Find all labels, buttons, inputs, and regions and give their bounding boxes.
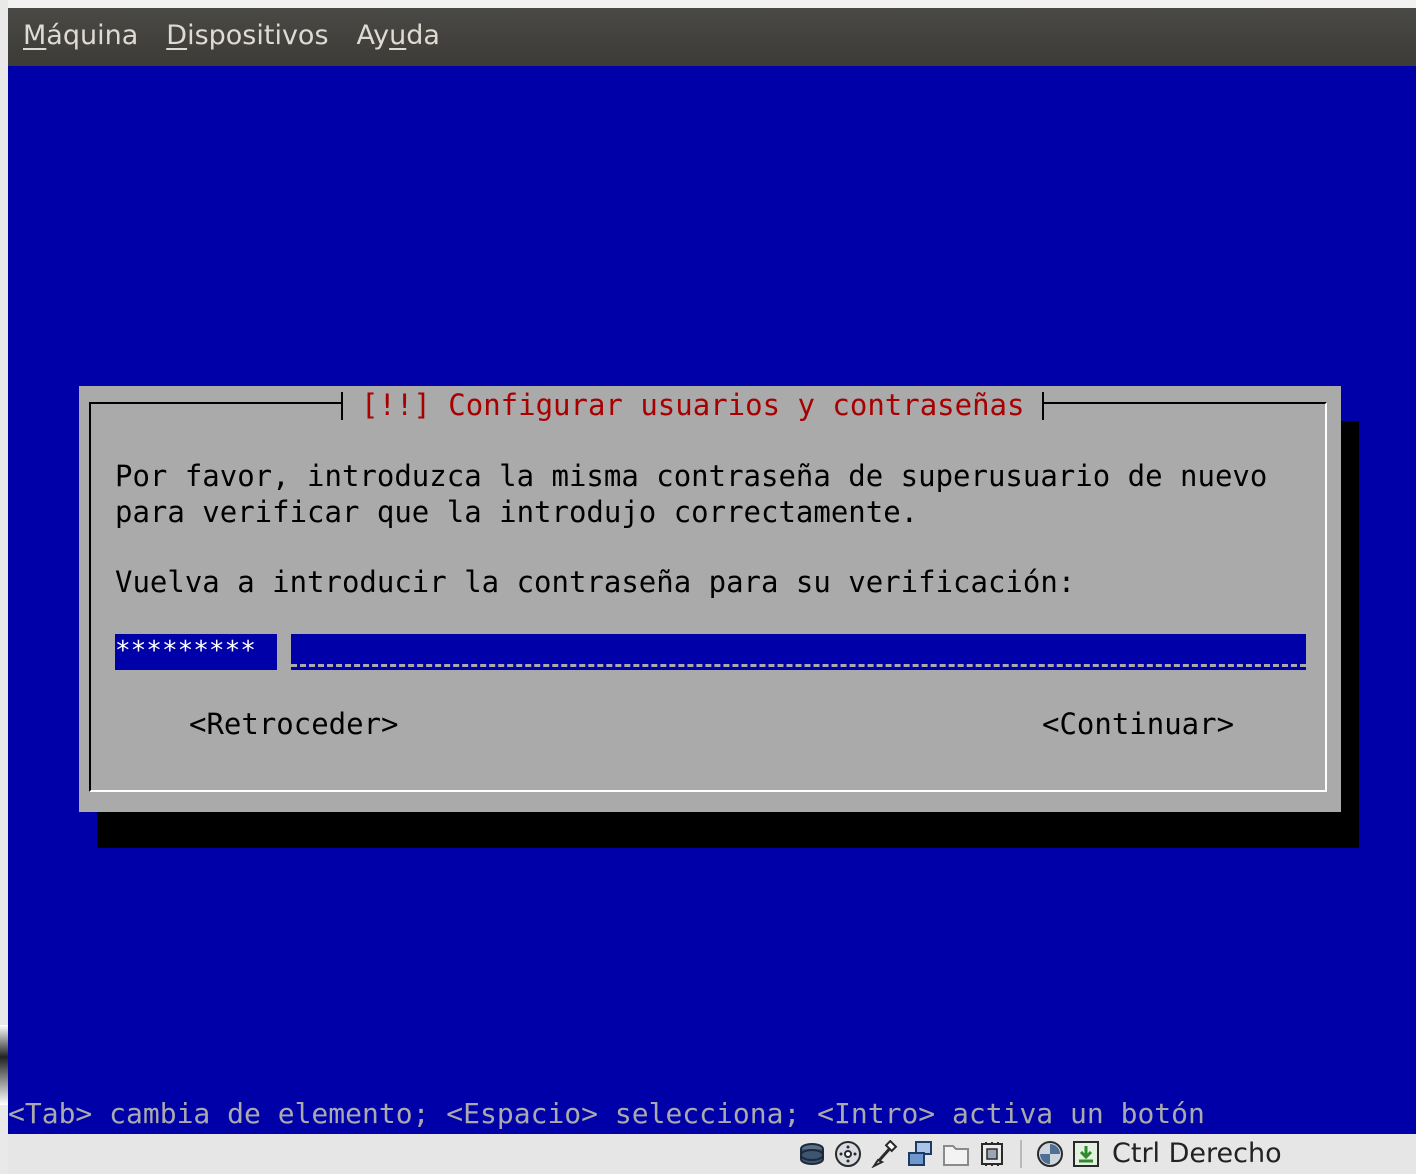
menu-dispositivos[interactable]: Dispositivos [152,20,342,55]
status-bar: Ctrl Derecho [8,1134,1416,1174]
continue-button[interactable]: <Continuar> [1042,706,1234,742]
back-button[interactable]: <Retroceder> [189,706,399,742]
password-confirm-input[interactable]: ********* [115,634,1306,670]
window-left-edge-decoration [0,1025,8,1105]
status-icons: Ctrl Derecho [798,1138,1282,1169]
video-capture-icon[interactable] [978,1140,1006,1168]
dialog-message-line-2: para verificar que la introdujo correcta… [115,495,919,529]
text-cursor [277,634,291,670]
password-prompt-label: Vuelva a introducir la contraseña para s… [115,565,1076,599]
password-masked-value: ********* [115,634,256,669]
dialog-title: [!!] Configurar usuarios y contraseñas [341,386,1045,422]
dialog-message-line-1: Por favor, introduzca la misma contraseñ… [115,459,1268,493]
menu-ayuda-label-post: da [406,19,440,51]
menu-dispositivos-label-post: ispositivos [187,19,329,51]
status-separator [1020,1139,1022,1168]
shared-folder-icon[interactable] [942,1140,970,1168]
menu-maquina-label-post: áquina [46,19,139,51]
network-icon[interactable] [906,1140,934,1168]
menu-dispositivos-mnemonic: D [166,19,188,51]
menu-bar: Máquina Dispositivos Ayuda [8,8,1416,66]
menu-ayuda[interactable]: Ayuda [343,20,454,55]
optical-drive-icon[interactable] [834,1140,862,1168]
window-left-edge [0,0,8,1174]
keyboard-help-line: <Tab> cambia de elemento; <Espacio> sele… [8,1097,1205,1130]
menu-maquina-mnemonic: M [23,19,47,51]
menu-ayuda-label-pre: Ay [356,19,390,51]
window-top-edge [0,0,1416,8]
input-underline [291,664,1306,667]
password-dialog: [!!] Configurar usuarios y contraseñas P… [79,386,1341,812]
host-key-label: Ctrl Derecho [1112,1138,1282,1169]
mouse-integration-icon[interactable] [1072,1140,1100,1168]
vm-console-screen[interactable]: [!!] Configurar usuarios y contraseñas P… [8,66,1416,1134]
menu-ayuda-mnemonic: u [389,19,407,51]
hard-disk-icon[interactable] [798,1140,826,1168]
usb-icon[interactable] [870,1139,898,1169]
virtualization-icon[interactable] [1036,1140,1064,1168]
menu-maquina[interactable]: Máquina [8,20,152,55]
